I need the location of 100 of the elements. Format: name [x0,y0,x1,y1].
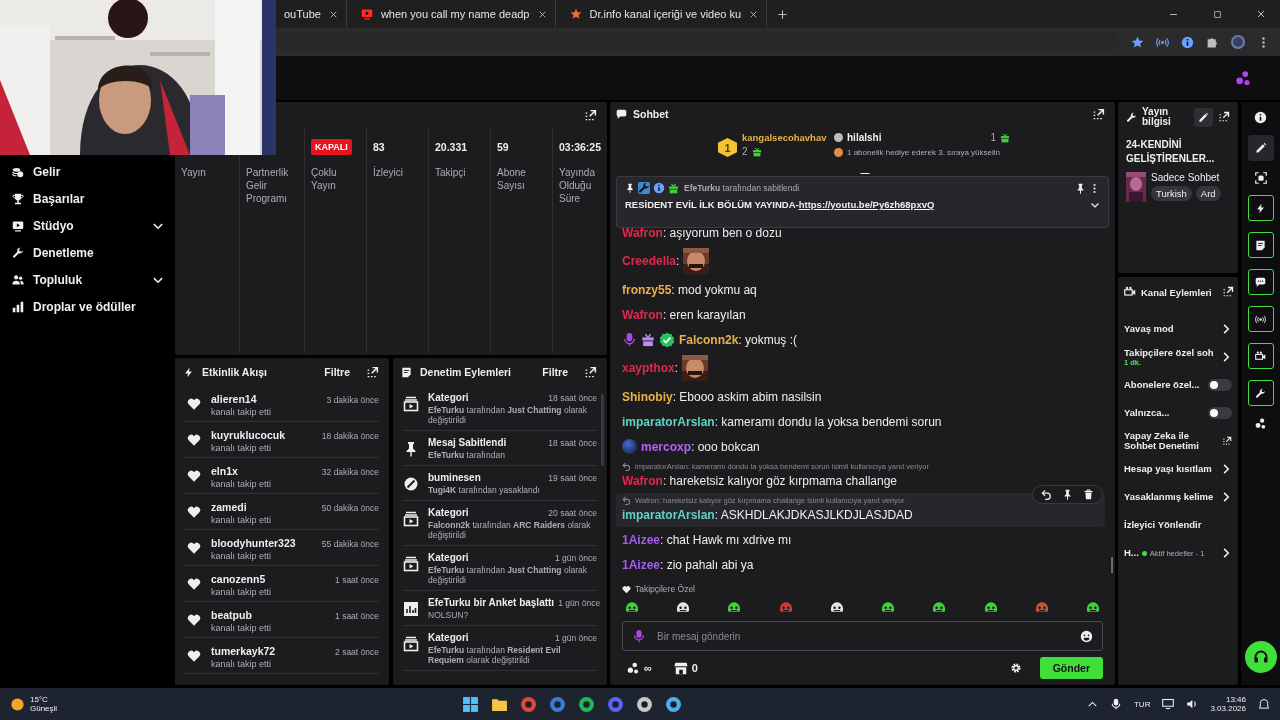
clock-date[interactable]: 3.03.2026 [1210,704,1246,713]
heart-icon [187,469,201,483]
maximize-icon[interactable] [1213,9,1222,19]
setting-label[interactable]: Yavaş mod [1124,324,1174,334]
toggle-switch[interactable] [1208,407,1232,419]
username: canozenn5 [211,573,266,585]
setting-label[interactable]: H... [1124,548,1139,558]
emote-icon[interactable] [675,599,692,615]
emote-icon[interactable] [726,599,743,615]
setting-label[interactable]: İzleyici Yönlendir [1124,520,1202,530]
broadcast-button[interactable] [1247,306,1274,332]
notification-icon[interactable] [1258,698,1270,710]
language-indicator[interactable]: TUR [1133,699,1151,709]
username[interactable]: Shinobiy [622,389,673,404]
emote-icon[interactable] [828,599,845,615]
popout-icon[interactable] [1218,111,1230,123]
setting-label[interactable]: Yasaklanmış kelime [1124,492,1214,502]
sidebar-item[interactable]: Droplar ve ödüller [12,299,164,315]
info-icon[interactable] [1254,111,1267,124]
toggle-switch[interactable] [1208,379,1232,391]
setting-label[interactable]: Hesap yaşı kısıtlam [1124,464,1212,474]
capture-icon[interactable] [1254,172,1267,184]
close-icon[interactable] [328,9,338,19]
setting-label[interactable]: Abonelere özel... [1124,380,1200,390]
close-icon[interactable] [1256,9,1266,19]
headset-icon [1252,649,1269,665]
filter-button[interactable]: Filtre [324,366,350,378]
points-icon[interactable] [1254,417,1267,430]
sidebar-item[interactable]: Gelir [12,164,164,180]
start-icon[interactable] [462,695,480,713]
bookmark-star-icon[interactable] [1131,35,1144,49]
speaker-icon[interactable] [1186,698,1199,710]
username[interactable]: Wafron [622,307,663,322]
microphone-icon[interactable] [1109,698,1122,710]
action-detail: EfeTurku tarafından Resident Evil Requiem olarak değiştirildi [428,645,562,665]
setting-label[interactable]: Yalnızca... [1124,408,1170,418]
tag[interactable]: Turkish [1151,186,1192,201]
clock-time[interactable]: 13:46 [1226,695,1246,704]
logo-icon[interactable] [1234,69,1252,87]
sidebar-item[interactable]: Başarılar [12,191,164,207]
sidebar-item[interactable]: Denetleme [12,245,164,261]
setting-label[interactable]: Takipçilere özel soh [1124,347,1214,358]
sidebar-item[interactable]: Topluluk [12,272,164,288]
delete-icon[interactable] [1083,489,1094,500]
emote-icon[interactable] [1084,599,1101,615]
timestamp: 18 saat önce [548,438,597,448]
emote-icon[interactable] [624,599,640,615]
extension-icon[interactable] [1156,35,1169,49]
unpin-icon[interactable] [1075,182,1086,194]
filter-button[interactable]: Filtre [542,366,568,378]
popout-icon[interactable] [1221,286,1234,298]
reply-icon[interactable] [1041,489,1052,500]
note-button[interactable] [1247,232,1274,258]
chat-button[interactable] [1247,269,1274,295]
puzzle-icon[interactable] [1206,35,1219,49]
taskbar-app-icon[interactable] [636,695,654,713]
emote-icon[interactable] [880,599,897,615]
username[interactable]: Wafron [622,225,663,240]
username[interactable]: imparatorArslan [622,414,715,429]
points-icon[interactable] [626,661,640,675]
close-icon[interactable] [537,9,547,19]
emoji-icon[interactable] [1080,630,1093,643]
camera-button[interactable] [1247,343,1274,369]
popout-icon[interactable] [366,365,379,379]
popout-icon[interactable] [584,108,597,122]
external-link-icon[interactable] [1222,436,1232,446]
shop-icon[interactable] [673,661,688,675]
emote-icon[interactable] [931,599,948,615]
send-button[interactable]: Gönder [1039,657,1103,679]
stat-label: Abone Sayısı [497,166,527,192]
tag[interactable]: Ard [1195,186,1221,201]
username: kangalsecohavhav [742,132,827,143]
link[interactable]: https://youtu.be/Py6zh68pxvQ [798,199,935,210]
stat-label: Takipçi [435,166,467,179]
edit-button[interactable] [1247,135,1274,161]
username: hilalshi [847,132,882,143]
edit-button[interactable] [1194,107,1213,127]
category-name[interactable]: Sadece Sohbet [1151,172,1221,183]
username[interactable]: Wafron [622,473,663,488]
setting-label[interactable]: Yapay Zeka ile Sohbet Denetimi [1124,431,1202,451]
help-button[interactable] [1244,641,1277,673]
username[interactable]: xaypthox [622,361,675,375]
taskbar-app-icon[interactable] [665,695,683,713]
settings-icon[interactable] [1009,662,1022,674]
taskbar-app-icon[interactable] [578,695,596,713]
close-icon[interactable] [749,9,759,19]
popout-icon[interactable] [584,365,597,379]
network-icon[interactable] [1162,698,1175,710]
action-detail: EfeTurku tarafından Just Chatting olarak değiştirildi [428,565,589,585]
message-input[interactable]: Bir mesaj gönderin [622,621,1103,651]
new-tab-icon[interactable] [777,8,789,20]
bolt-button[interactable] [1247,195,1274,221]
emote-icon[interactable] [982,599,999,615]
username[interactable]: imparatorArslan [622,507,715,522]
extension-icon[interactable] [1181,35,1194,49]
sidebar-item[interactable]: Stüdyo [12,218,164,234]
wrench-button[interactable] [1247,380,1274,406]
pin-icon[interactable] [1062,489,1073,500]
profile-avatar[interactable] [1231,35,1245,49]
popout-icon[interactable] [1092,107,1105,121]
